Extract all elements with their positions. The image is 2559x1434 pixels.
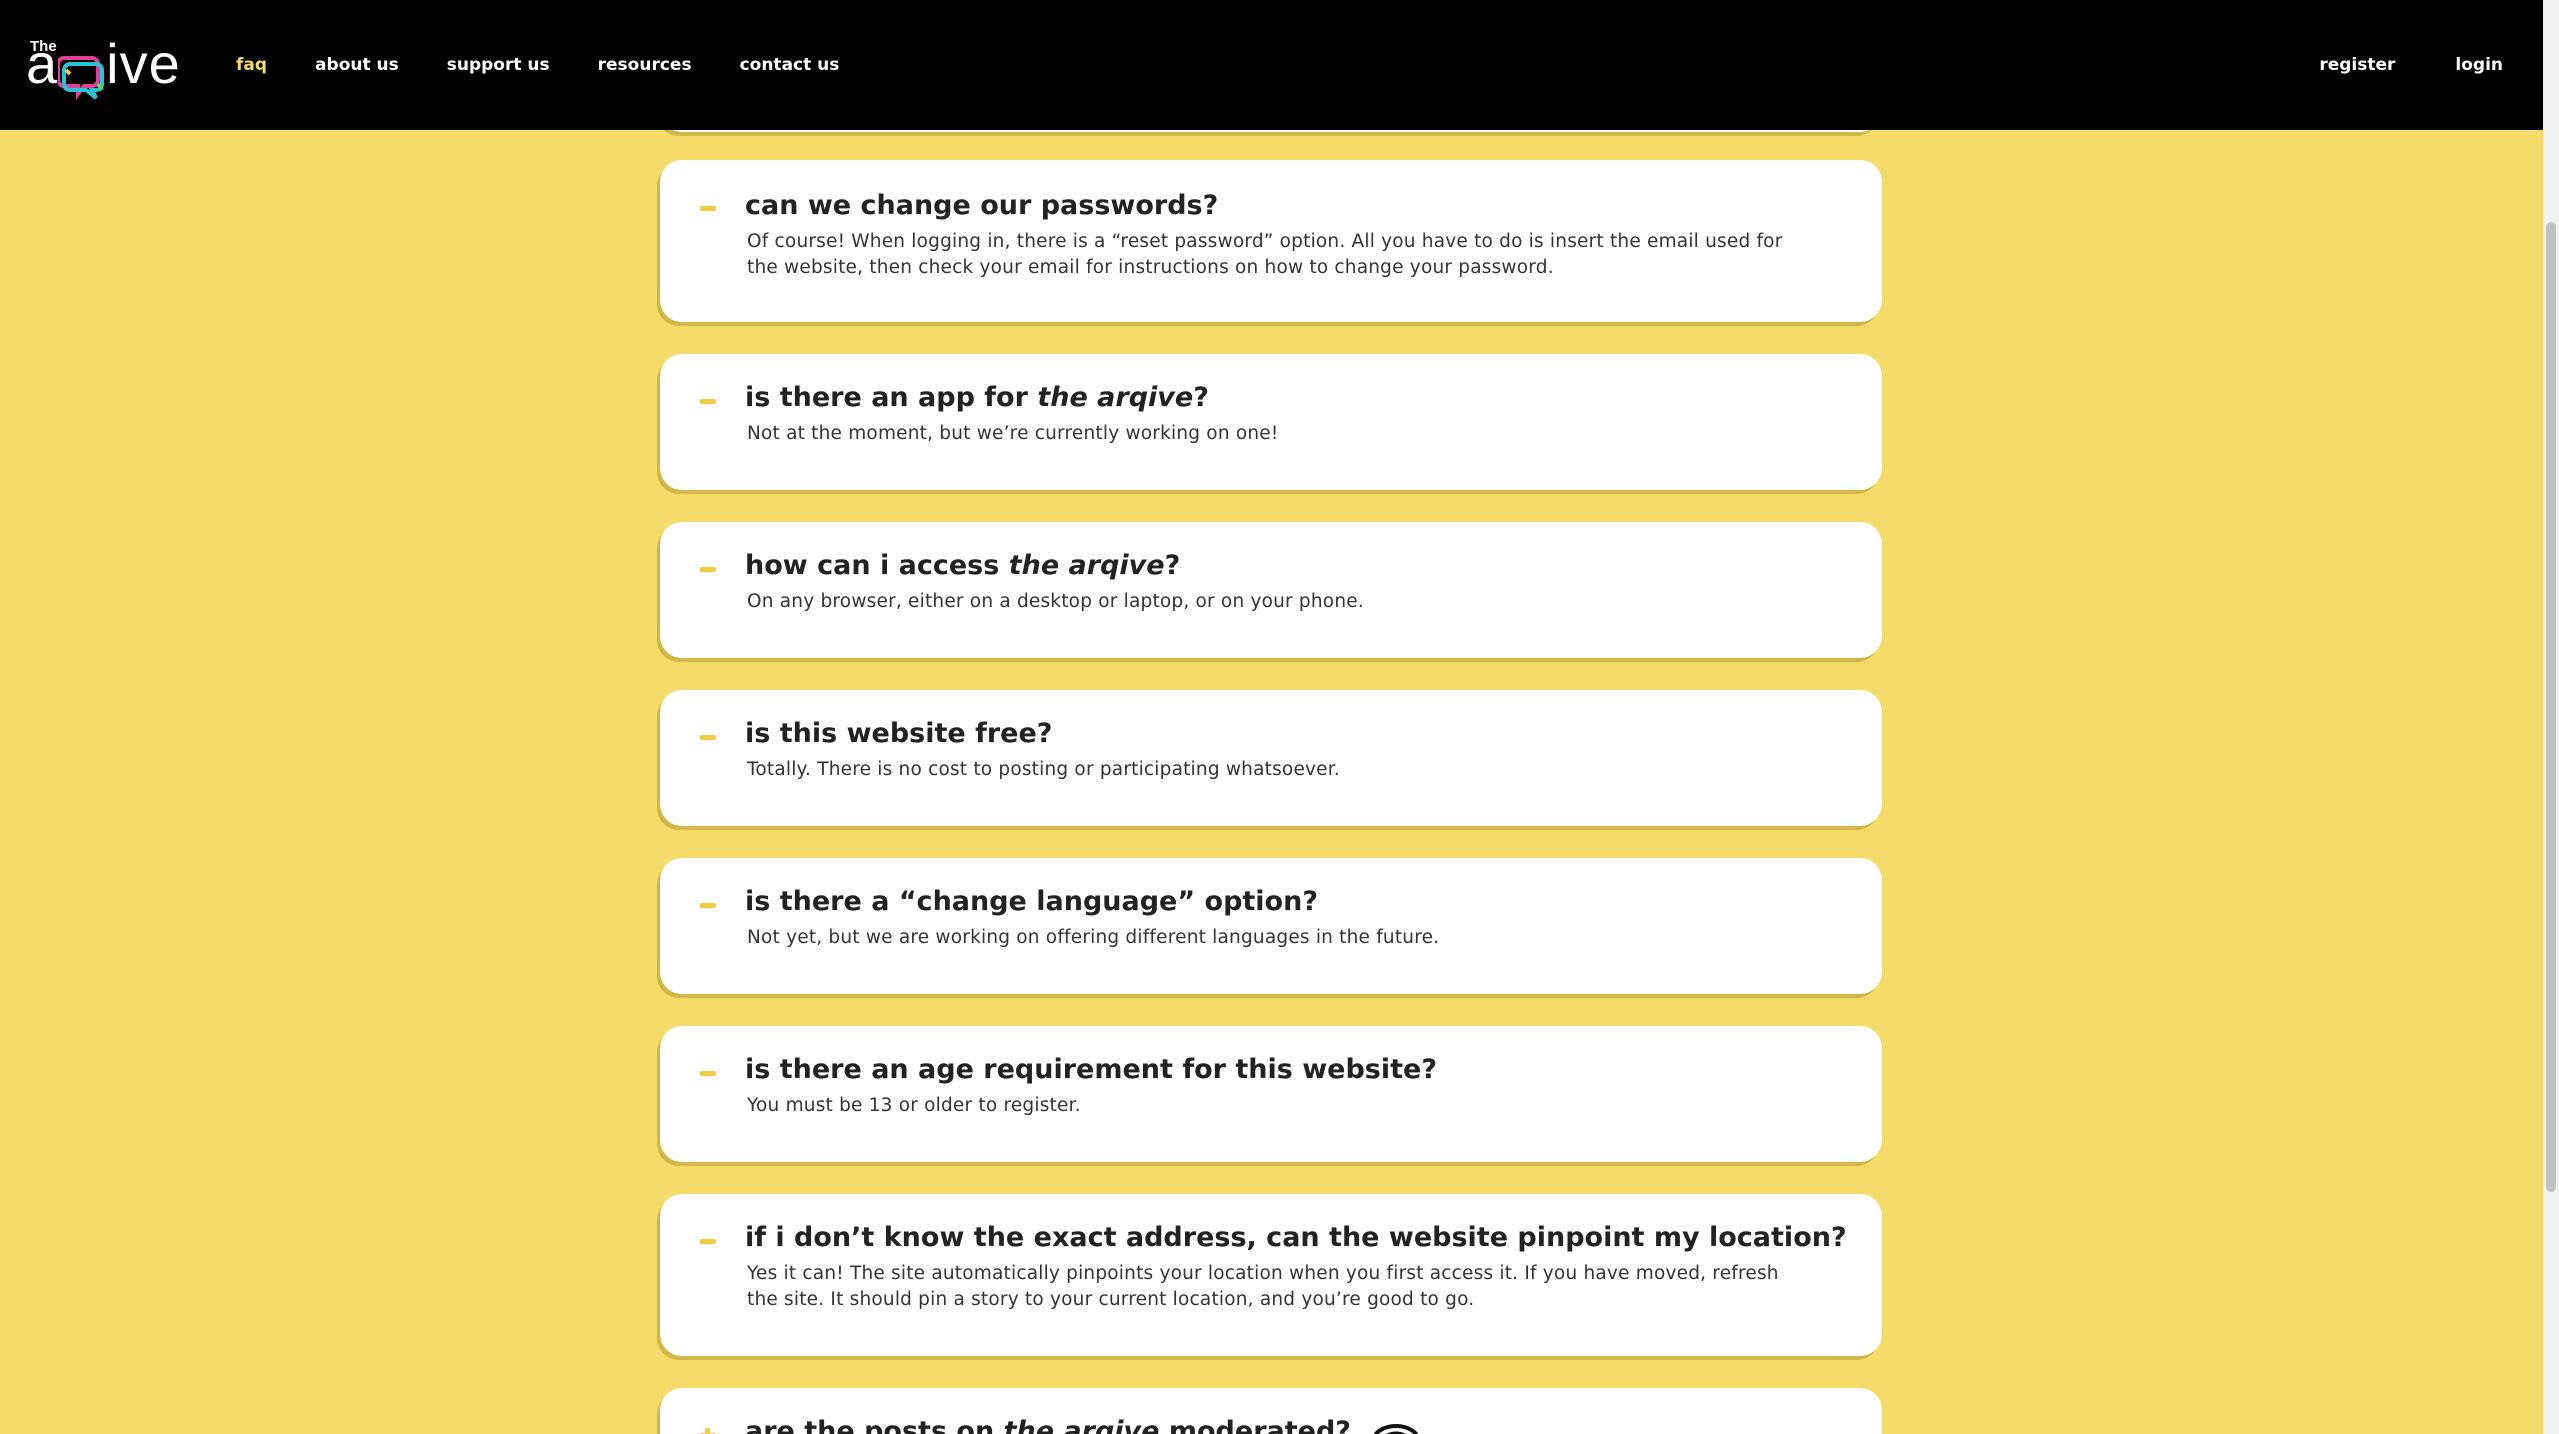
- page-scrollbar[interactable]: [2543, 0, 2559, 1434]
- faq-card[interactable]: are the posts on the arqive moderated?: [660, 1388, 1882, 1434]
- faq-card[interactable]: how can i access the arqive? On any brow…: [660, 522, 1882, 658]
- collapse-minus-icon[interactable]: [700, 567, 716, 572]
- collapse-minus-icon[interactable]: [700, 1239, 716, 1244]
- nav-faq-link[interactable]: faq: [236, 55, 267, 75]
- collapse-minus-icon[interactable]: [700, 399, 716, 404]
- faq-question[interactable]: are the posts on the arqive moderated?: [745, 1416, 1422, 1434]
- faq-question[interactable]: is there an age requirement for this web…: [745, 1054, 1437, 1085]
- main-nav: faq about us support us resources contac…: [236, 0, 887, 130]
- faq-card[interactable]: is this website free? Totally. There is …: [660, 690, 1882, 826]
- faq-card[interactable]: is there a “change language” option? Not…: [660, 858, 1882, 994]
- nav-about-link[interactable]: about us: [315, 55, 399, 75]
- site-logo[interactable]: The a ive: [26, 32, 198, 101]
- collapse-minus-icon[interactable]: [700, 1071, 716, 1076]
- collapse-minus-icon[interactable]: [700, 735, 716, 740]
- faq-question[interactable]: is there a “change language” option?: [745, 886, 1318, 917]
- faq-question[interactable]: how can i access the arqive?: [745, 550, 1180, 581]
- scrollbar-thumb[interactable]: [2546, 222, 2556, 1192]
- top-navbar: The a ive faq about us support us resour…: [0, 0, 2543, 130]
- faq-answer: Not yet, but we are working on offering …: [747, 927, 1440, 948]
- faq-card[interactable]: can we change our passwords? Of course! …: [660, 160, 1882, 322]
- faq-card[interactable]: is there an app for the arqive? Not at t…: [660, 354, 1882, 490]
- faq-question[interactable]: is this website free?: [745, 718, 1052, 749]
- logo-wordmark: a ive: [26, 36, 181, 101]
- faq-answer: Not at the moment, but we’re currently w…: [747, 423, 1279, 444]
- logo-letter-a: a: [26, 32, 59, 95]
- auth-nav: register login: [2259, 0, 2503, 130]
- register-link[interactable]: register: [2319, 55, 2395, 75]
- faq-card[interactable]: is there an age requirement for this web…: [660, 1026, 1882, 1162]
- faq-answer: Yes it can! The site automatically pinpo…: [747, 1263, 1779, 1310]
- collapse-minus-icon[interactable]: [700, 903, 716, 908]
- login-link[interactable]: login: [2455, 55, 2503, 75]
- faq-card[interactable]: if i don’t know the exact address, can t…: [660, 1194, 1882, 1356]
- page: The a ive faq about us support us resour…: [0, 0, 2559, 1434]
- faq-question[interactable]: if i don’t know the exact address, can t…: [745, 1222, 1847, 1253]
- faq-answer: On any browser, either on a desktop or l…: [747, 591, 1364, 612]
- faq-answer: Of course! When logging in, there is a “…: [747, 231, 1783, 278]
- faq-answer: Totally. There is no cost to posting or …: [747, 759, 1340, 780]
- nav-contact-link[interactable]: contact us: [740, 55, 840, 75]
- faq-answer: You must be 13 or older to register.: [747, 1095, 1081, 1116]
- logo-letters-ive: ive: [106, 32, 181, 95]
- nav-support-link[interactable]: support us: [447, 55, 550, 75]
- chat-bubble-icon: [1373, 1423, 1419, 1434]
- faq-question[interactable]: can we change our passwords?: [745, 190, 1218, 221]
- faq-question[interactable]: is there an app for the arqive?: [745, 382, 1209, 413]
- nav-resources-link[interactable]: resources: [598, 55, 692, 75]
- logo-q-bubble-icon: [58, 48, 105, 101]
- collapse-minus-icon[interactable]: [700, 206, 716, 211]
